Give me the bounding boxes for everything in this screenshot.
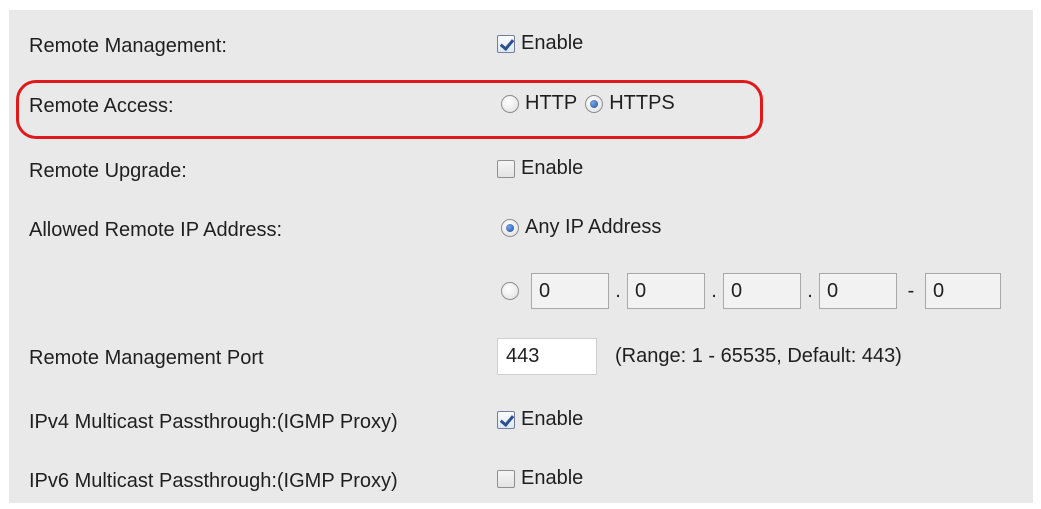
- allowed-remote-ip-label: Allowed Remote IP Address:: [29, 219, 283, 241]
- remote-management-label: Remote Management:: [29, 35, 227, 57]
- ip-range-row: 0 . 0 . 0 . 0 - 0: [9, 270, 1033, 312]
- https-radio[interactable]: [585, 94, 604, 113]
- http-radio[interactable]: [501, 94, 519, 113]
- ip-octet-2-input[interactable]: 0: [627, 273, 705, 309]
- ip-range-radio[interactable]: [501, 282, 519, 300]
- ip-range-dash: -: [907, 279, 915, 302]
- remote-upgrade-label: Remote Upgrade:: [29, 160, 187, 182]
- remote-upgrade-row: Remote Upgrade: Enable: [9, 152, 1033, 192]
- ip-octet-4-input[interactable]: 0: [819, 273, 897, 309]
- ipv4-multicast-control: Enable: [497, 408, 583, 431]
- ipv4-multicast-enable-label[interactable]: Enable: [521, 408, 583, 431]
- remote-upgrade-enable-label[interactable]: Enable: [521, 157, 583, 180]
- any-ip-control: Any IP Address: [501, 216, 661, 239]
- any-ip-radio-label[interactable]: Any IP Address: [525, 216, 661, 239]
- settings-panel: Remote Management: Enable Remote Access:…: [9, 10, 1033, 503]
- remote-management-enable-label[interactable]: Enable: [521, 32, 583, 55]
- remote-management-port-label: Remote Management Port: [29, 347, 264, 369]
- remote-management-port-row: Remote Management Port 443 (Range: 1 - 6…: [9, 336, 1033, 380]
- ipv4-multicast-label: IPv4 Multicast Passthrough:(IGMP Proxy): [29, 411, 398, 433]
- ip-range-control: 0 . 0 . 0 . 0 - 0: [501, 273, 1001, 309]
- http-radio-label[interactable]: HTTP: [525, 92, 577, 115]
- ip-dot-separator: .: [615, 279, 621, 302]
- ip-dot-separator: .: [807, 279, 813, 302]
- remote-management-checkbox[interactable]: [497, 34, 515, 53]
- ip-octet-1-input[interactable]: 0: [531, 273, 609, 309]
- remote-access-control: HTTP HTTPS: [501, 92, 675, 115]
- ipv6-multicast-label: IPv6 Multicast Passthrough:(IGMP Proxy): [29, 470, 398, 492]
- remote-management-port-hint: (Range: 1 - 65535, Default: 443): [615, 345, 902, 367]
- ipv4-multicast-row: IPv4 Multicast Passthrough:(IGMP Proxy) …: [9, 403, 1033, 443]
- remote-access-row: Remote Access: HTTP HTTPS: [9, 87, 1033, 127]
- remote-upgrade-checkbox[interactable]: [497, 159, 515, 178]
- remote-management-control: Enable: [497, 32, 583, 55]
- allowed-remote-ip-row: Allowed Remote IP Address: Any IP Addres…: [9, 211, 1033, 251]
- ipv4-multicast-checkbox[interactable]: [497, 410, 515, 429]
- ipv6-multicast-control: Enable: [497, 467, 583, 490]
- ip-octet-3-input[interactable]: 0: [723, 273, 801, 309]
- ipv6-multicast-row: IPv6 Multicast Passthrough:(IGMP Proxy) …: [9, 462, 1033, 502]
- remote-management-port-control: 443 (Range: 1 - 65535, Default: 443): [497, 338, 902, 375]
- any-ip-radio[interactable]: [501, 218, 519, 237]
- ipv6-multicast-enable-label[interactable]: Enable: [521, 467, 583, 490]
- remote-access-label: Remote Access:: [29, 95, 174, 117]
- ip-range-end-input[interactable]: 0: [925, 273, 1001, 309]
- ip-dot-separator: .: [711, 279, 717, 302]
- remote-upgrade-control: Enable: [497, 157, 583, 180]
- https-radio-label[interactable]: HTTPS: [609, 92, 675, 115]
- remote-management-row: Remote Management: Enable: [9, 27, 1033, 67]
- ipv6-multicast-checkbox[interactable]: [497, 469, 515, 488]
- remote-management-port-input[interactable]: 443: [497, 338, 597, 375]
